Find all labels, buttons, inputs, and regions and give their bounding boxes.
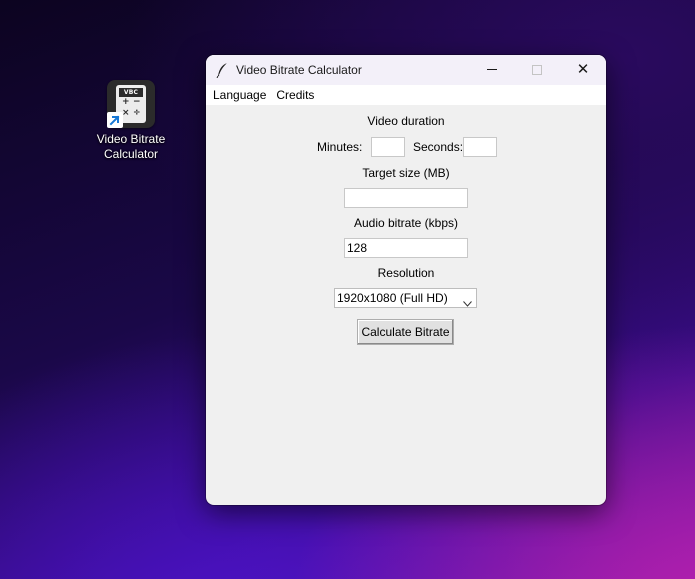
- audio-bitrate-input[interactable]: [344, 238, 468, 258]
- minimize-button[interactable]: [469, 55, 515, 85]
- close-icon: ✕: [576, 61, 590, 78]
- minutes-label: Minutes:: [317, 140, 363, 154]
- title-bar[interactable]: Video Bitrate Calculator ✕: [206, 55, 606, 85]
- calculate-bitrate-button[interactable]: Calculate Bitrate: [357, 319, 454, 345]
- window-title: Video Bitrate Calculator: [236, 63, 362, 77]
- seconds-input[interactable]: [463, 137, 497, 157]
- seconds-label: Seconds:: [413, 140, 464, 154]
- maximize-icon: [532, 65, 542, 75]
- desktop-shortcut-label-line1: Video Bitrate: [96, 132, 166, 146]
- menu-credits[interactable]: Credits: [271, 85, 319, 105]
- menu-bar: Language Credits: [206, 85, 606, 105]
- multiply-key: ×: [122, 108, 130, 118]
- target-size-label: Target size (MB): [362, 166, 450, 180]
- calculator-screen-text: VBC: [119, 88, 143, 97]
- form-content: Video duration Minutes: Seconds: Target …: [206, 105, 606, 505]
- feather-icon: [216, 62, 230, 79]
- close-button[interactable]: ✕: [560, 55, 606, 85]
- menu-language[interactable]: Language: [208, 85, 271, 105]
- desktop-shortcut-label: Video Bitrate Calculator: [88, 132, 174, 162]
- maximize-button[interactable]: [514, 55, 560, 85]
- minutes-input[interactable]: [371, 137, 405, 157]
- minimize-icon: [487, 69, 497, 70]
- plus-key: +: [122, 97, 130, 107]
- desktop-shortcut-video-bitrate-calculator[interactable]: VBC + − × ÷ Video Bitrate Calculator: [88, 80, 174, 162]
- video-duration-label: Video duration: [367, 114, 445, 128]
- resolution-select[interactable]: 1920x1080 (Full HD): [334, 288, 477, 308]
- chevron-down-icon: [463, 294, 472, 307]
- divide-key: ÷: [133, 108, 141, 118]
- shortcut-arrow-icon: [107, 112, 123, 128]
- audio-bitrate-label: Audio bitrate (kbps): [353, 216, 459, 230]
- desktop-shortcut-label-line2: Calculator: [103, 147, 159, 161]
- app-window: Video Bitrate Calculator ✕ Language Cred…: [206, 55, 606, 505]
- target-size-input[interactable]: [344, 188, 468, 208]
- minus-key: −: [133, 97, 141, 107]
- resolution-selected-value: 1920x1080 (Full HD): [337, 291, 448, 305]
- resolution-label: Resolution: [377, 266, 435, 280]
- calculator-app-icon: VBC + − × ÷: [107, 80, 155, 128]
